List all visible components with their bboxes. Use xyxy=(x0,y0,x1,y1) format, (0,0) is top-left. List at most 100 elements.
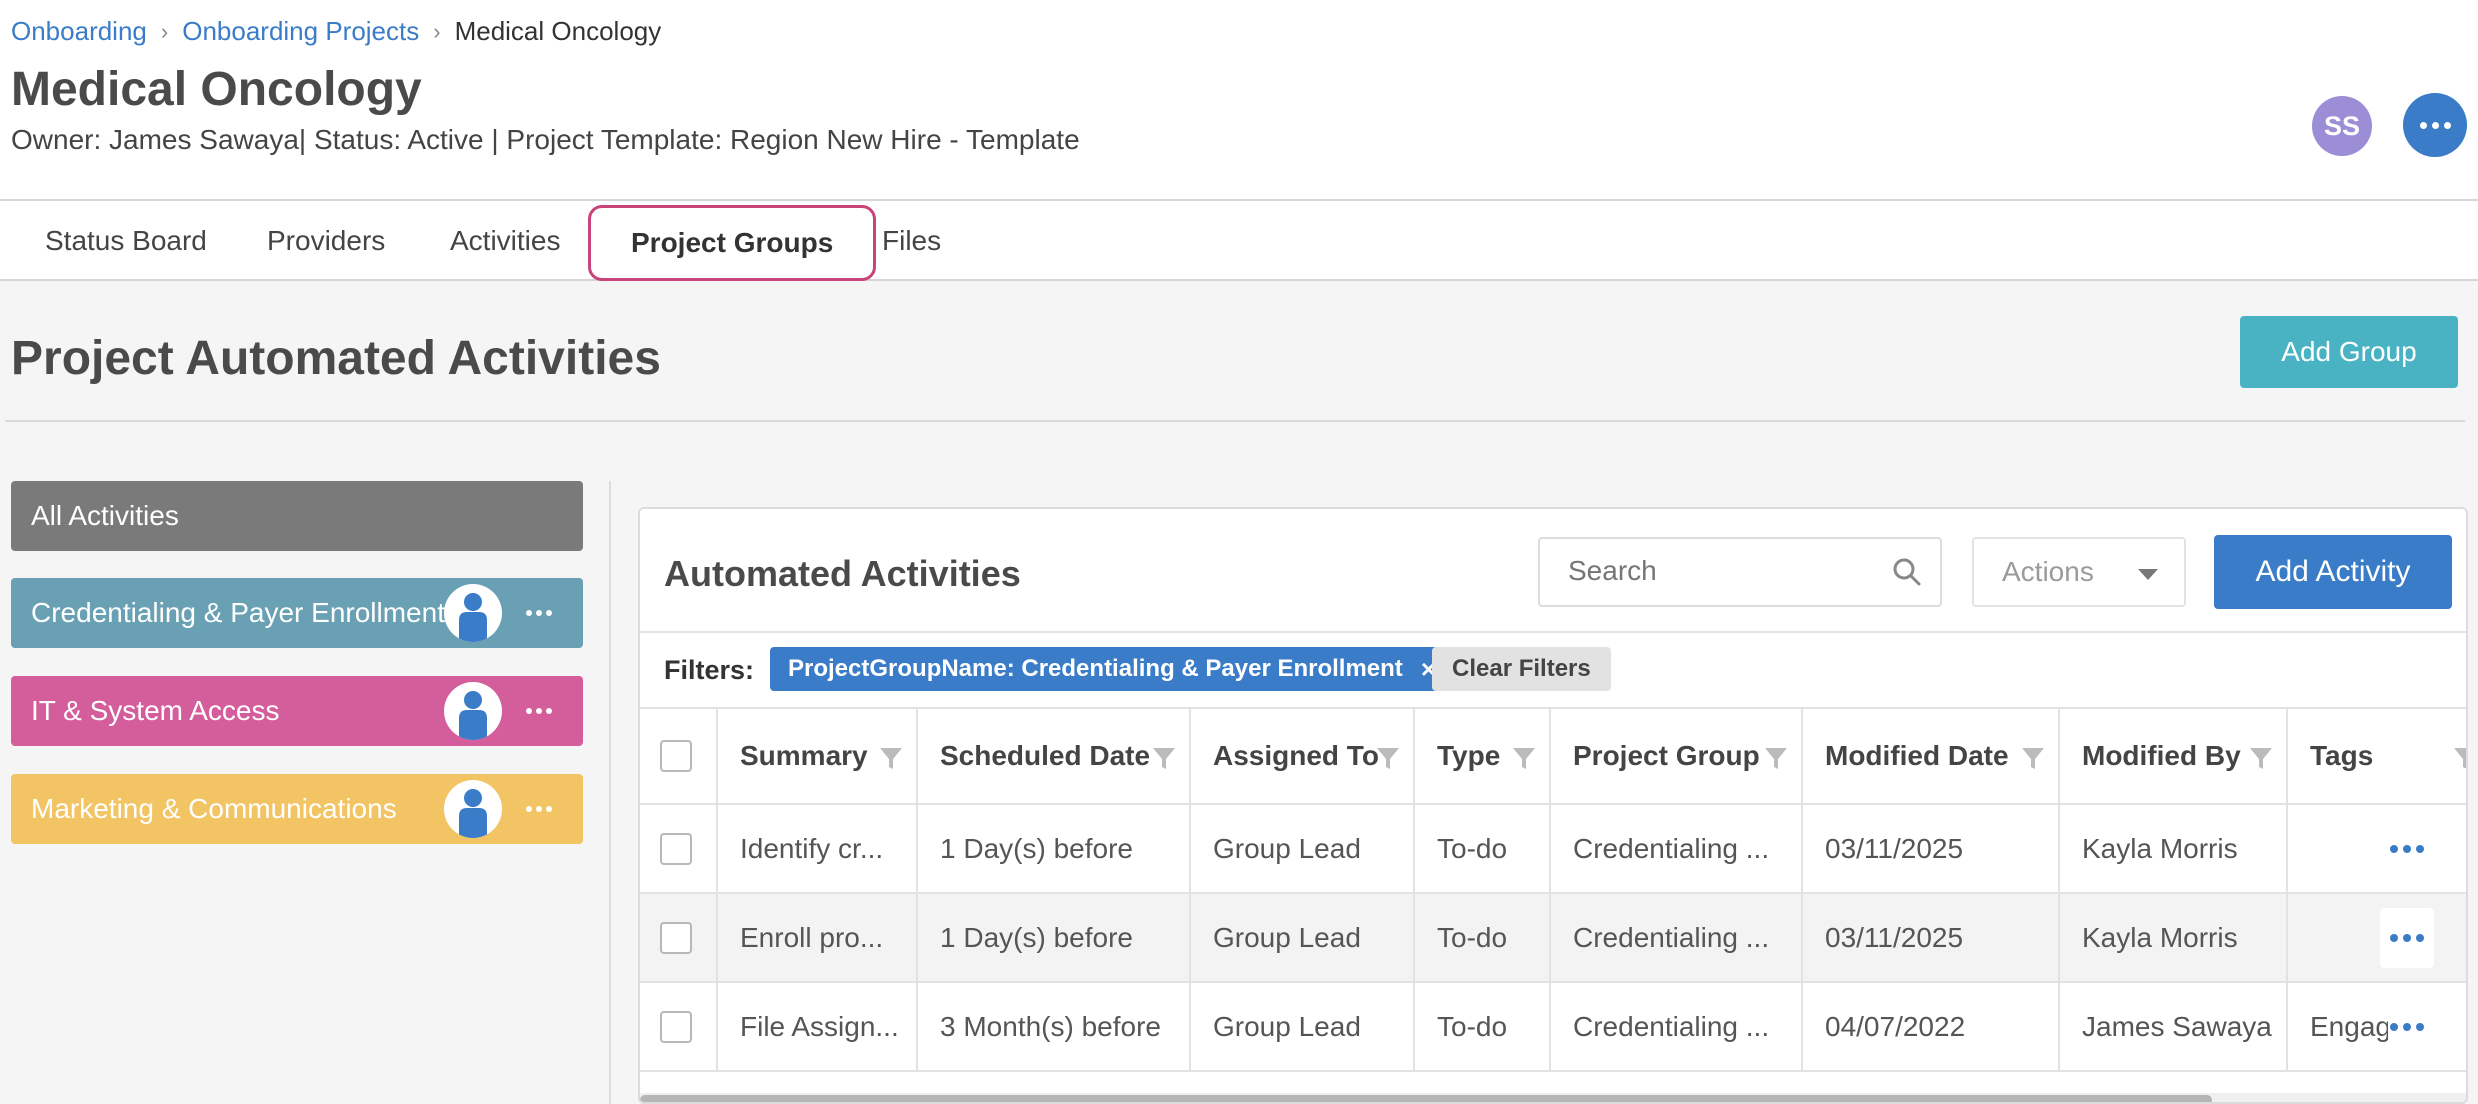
cell-modified-date: 03/11/2025 xyxy=(1803,805,2060,892)
cell-summary: Enroll pro... xyxy=(718,894,918,981)
cell-project-group: Credentialing ... xyxy=(1551,805,1803,892)
funnel-icon[interactable] xyxy=(1375,745,1401,778)
cell-tags xyxy=(2288,805,2388,892)
funnel-icon[interactable] xyxy=(2248,745,2274,778)
ellipsis-icon xyxy=(2419,121,2427,129)
tab-project-groups[interactable]: Project Groups xyxy=(588,205,877,281)
cell-tags xyxy=(2288,894,2388,981)
group-item-credentialing[interactable]: Credentialing & Payer Enrollment xyxy=(11,578,583,648)
ellipsis-icon xyxy=(2390,844,2398,853)
table-header-row: Summary Scheduled Date Assigned To Type … xyxy=(640,709,2466,805)
funnel-icon[interactable] xyxy=(1151,745,1177,778)
cell-tags: Engage xyxy=(2310,1010,2388,1042)
cell-summary: Identify cr... xyxy=(718,805,918,892)
funnel-icon[interactable] xyxy=(2452,745,2466,778)
cell-modified-date: 04/07/2022 xyxy=(1803,983,2060,1070)
select-all-checkbox[interactable] xyxy=(660,740,692,772)
breadcrumb: Onboarding › Onboarding Projects › Medic… xyxy=(11,16,661,47)
ellipsis-icon xyxy=(2390,934,2398,942)
main-content: Project Automated Activities Add Group A… xyxy=(0,281,2478,1104)
chevron-down-icon xyxy=(2138,569,2158,580)
search-box xyxy=(1538,537,1942,607)
cell-assigned-to: Group Lead xyxy=(1191,894,1415,981)
row-more-button[interactable] xyxy=(2390,983,2424,1070)
filters-bar: Filters: ProjectGroupName: Credentialing… xyxy=(640,631,2466,709)
cell-summary: File Assign... xyxy=(718,983,918,1070)
cell-assigned-to: Group Lead xyxy=(1191,983,1415,1070)
row-checkbox[interactable] xyxy=(660,832,692,865)
row-more-button[interactable] xyxy=(2390,805,2424,892)
cell-modified-by: Kayla Morris xyxy=(2060,805,2288,892)
filter-chip: ProjectGroupName: Credentialing & Payer … xyxy=(770,647,1454,691)
actions-dropdown[interactable]: Actions xyxy=(1972,537,2186,607)
cell-modified-by: James Sawaya xyxy=(2060,983,2288,1070)
avatar[interactable]: SS xyxy=(2312,96,2372,156)
cell-scheduled-date: 3 Month(s) before xyxy=(918,983,1191,1070)
ellipsis-icon xyxy=(2390,1022,2398,1031)
chevron-right-icon: › xyxy=(160,18,169,44)
group-more-button[interactable] xyxy=(526,676,552,746)
cell-type: To-do xyxy=(1415,894,1551,981)
column-header-modified-date[interactable]: Modified Date xyxy=(1803,709,2060,803)
cell-type: To-do xyxy=(1415,805,1551,892)
cell-modified-date: 03/11/2025 xyxy=(1803,894,2060,981)
table-row[interactable]: File Assign... 3 Month(s) before Group L… xyxy=(640,983,2466,1072)
column-header-project-group[interactable]: Project Group xyxy=(1551,709,1803,803)
breadcrumb-link-onboarding-projects[interactable]: Onboarding Projects xyxy=(182,16,419,47)
person-icon xyxy=(444,682,502,740)
scrollbar-thumb[interactable] xyxy=(640,1095,2212,1102)
funnel-icon[interactable] xyxy=(878,745,904,778)
cell-scheduled-date: 1 Day(s) before xyxy=(918,894,1191,981)
column-header-assigned-to[interactable]: Assigned To xyxy=(1191,709,1415,803)
cell-scheduled-date: 1 Day(s) before xyxy=(918,805,1191,892)
tab-files[interactable]: Files xyxy=(882,201,941,281)
tab-status-board[interactable]: Status Board xyxy=(45,201,207,281)
chevron-right-icon: › xyxy=(433,18,441,44)
page-title: Medical Oncology xyxy=(11,63,422,116)
cell-project-group: Credentialing ... xyxy=(1551,983,1803,1070)
group-item-marketing[interactable]: Marketing & Communications xyxy=(11,774,583,844)
tab-activities[interactable]: Activities xyxy=(450,201,560,281)
filters-label: Filters: xyxy=(664,655,755,685)
page-header: Onboarding › Onboarding Projects › Medic… xyxy=(0,0,2478,199)
filter-chip-label: ProjectGroupName: Credentialing & Payer … xyxy=(788,655,1403,682)
column-header-modified-by[interactable]: Modified By xyxy=(2060,709,2288,803)
divider xyxy=(5,420,2465,422)
column-header-summary[interactable]: Summary xyxy=(718,709,918,803)
breadcrumb-current: Medical Oncology xyxy=(454,16,662,46)
divider xyxy=(609,481,611,1104)
clear-filters-button[interactable]: Clear Filters xyxy=(1432,647,1611,691)
funnel-icon[interactable] xyxy=(1511,745,1537,778)
cell-modified-by: Kayla Morris xyxy=(2060,894,2288,981)
table-row[interactable]: Identify cr... 1 Day(s) before Group Lea… xyxy=(640,805,2466,894)
group-item-it-system-access[interactable]: IT & System Access xyxy=(11,676,583,746)
row-checkbox[interactable] xyxy=(660,1010,692,1043)
column-header-tags[interactable]: Tags xyxy=(2288,709,2466,803)
group-label: All Activities xyxy=(31,500,179,531)
column-header-scheduled-date[interactable]: Scheduled Date xyxy=(918,709,1191,803)
more-options-button[interactable] xyxy=(2403,93,2467,157)
row-checkbox[interactable] xyxy=(660,921,692,954)
search-icon[interactable] xyxy=(1892,557,1922,592)
funnel-icon[interactable] xyxy=(2020,745,2046,778)
row-more-button[interactable] xyxy=(2380,908,2434,968)
horizontal-scrollbar[interactable] xyxy=(640,1093,2466,1102)
funnel-icon[interactable] xyxy=(1763,745,1789,778)
column-header-type[interactable]: Type xyxy=(1415,709,1551,803)
add-activity-button[interactable]: Add Activity xyxy=(2214,535,2452,609)
group-more-button[interactable] xyxy=(526,774,552,844)
table-row[interactable]: Enroll pro... 1 Day(s) before Group Lead… xyxy=(640,894,2466,983)
breadcrumb-link-onboarding[interactable]: Onboarding xyxy=(11,16,147,47)
actions-label: Actions xyxy=(2002,556,2094,587)
cell-project-group: Credentialing ... xyxy=(1551,894,1803,981)
panel-title: Automated Activities xyxy=(664,553,1021,594)
add-group-button[interactable]: Add Group xyxy=(2240,316,2458,388)
tab-providers[interactable]: Providers xyxy=(267,201,385,281)
group-item-all-activities[interactable]: All Activities xyxy=(11,481,583,551)
group-more-button[interactable] xyxy=(526,578,552,648)
section-title: Project Automated Activities xyxy=(11,332,661,385)
person-icon xyxy=(444,584,502,642)
person-icon xyxy=(444,780,502,838)
automated-activities-panel: Automated Activities Actions Add Activit… xyxy=(638,507,2468,1104)
search-input[interactable] xyxy=(1540,539,1860,603)
